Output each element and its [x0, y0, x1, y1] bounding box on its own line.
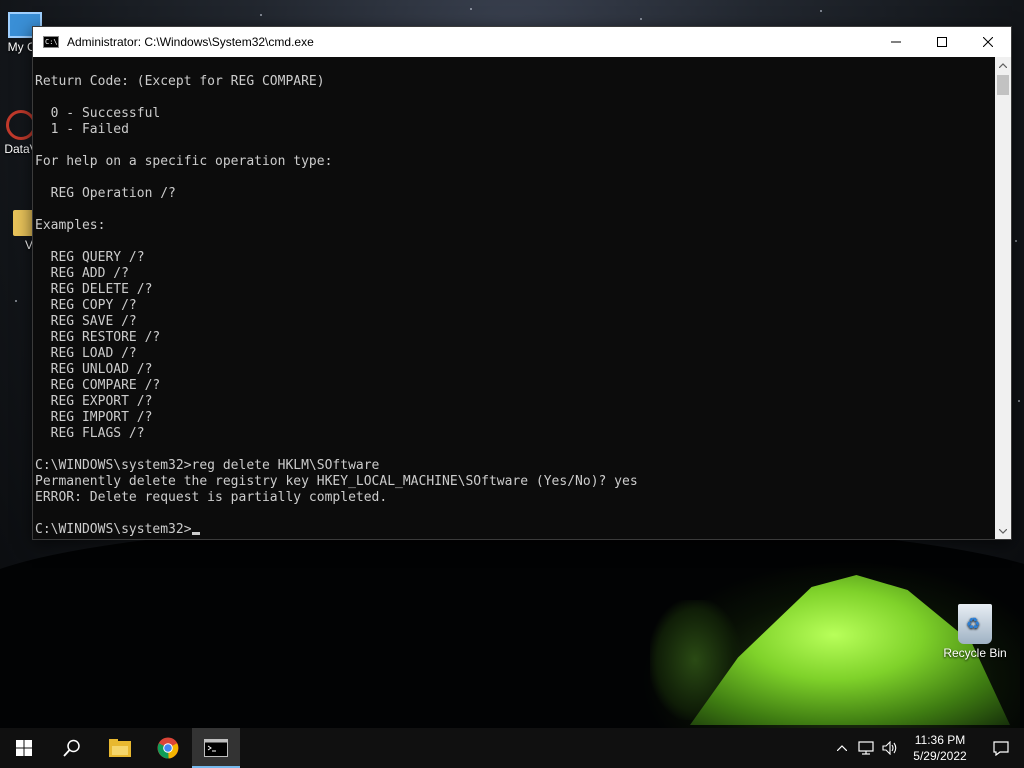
- console-line: 1 - Failed: [35, 122, 129, 137]
- notification-icon: [993, 740, 1009, 756]
- maximize-icon: [937, 37, 947, 47]
- star: [1015, 240, 1017, 242]
- console-line: REG IMPORT /?: [35, 410, 153, 425]
- console-line: REG ADD /?: [35, 266, 129, 281]
- chrome-button[interactable]: [144, 728, 192, 768]
- chevron-down-icon: [999, 528, 1007, 534]
- console-line: REG COPY /?: [35, 298, 137, 313]
- taskbar: 11:36 PM 5/29/2022: [0, 728, 1024, 768]
- console-line: REG UNLOAD /?: [35, 362, 153, 377]
- search-button[interactable]: [48, 728, 96, 768]
- window-title: Administrator: C:\Windows\System32\cmd.e…: [67, 35, 314, 49]
- file-explorer-button[interactable]: [96, 728, 144, 768]
- cmd-window[interactable]: C:\ Administrator: C:\Windows\System32\c…: [32, 26, 1012, 540]
- cmd-icon[interactable]: C:\: [43, 36, 59, 48]
- recycle-bin-icon: [958, 604, 992, 644]
- volume-button[interactable]: [878, 728, 902, 768]
- network-icon: [858, 741, 874, 755]
- system-tray: 11:36 PM 5/29/2022: [830, 728, 1024, 768]
- star: [15, 300, 17, 302]
- console-line: REG DELETE /?: [35, 282, 153, 297]
- desktop-icon-label: Recycle Bin: [943, 646, 1007, 660]
- cmd-icon: [204, 739, 228, 757]
- console-line: REG FLAGS /?: [35, 426, 145, 441]
- action-center-button[interactable]: [978, 728, 1024, 768]
- window-controls: [873, 27, 1011, 57]
- vertical-scrollbar[interactable]: [995, 57, 1011, 539]
- console-line: Examples:: [35, 218, 106, 233]
- star: [820, 10, 822, 12]
- close-icon: [983, 37, 993, 47]
- star: [260, 14, 262, 16]
- console-line: REG COMPARE /?: [35, 378, 161, 393]
- scroll-down-button[interactable]: [995, 523, 1011, 539]
- network-button[interactable]: [854, 728, 878, 768]
- console-line: REG RESTORE /?: [35, 330, 161, 345]
- start-icon: [16, 740, 32, 756]
- minimize-button[interactable]: [873, 27, 919, 57]
- cmd-taskbar-button[interactable]: [192, 728, 240, 768]
- search-icon: [63, 739, 80, 757]
- minimize-icon: [891, 41, 901, 43]
- console-line: ERROR: Delete request is partially compl…: [35, 490, 388, 505]
- clock-date: 5/29/2022: [913, 749, 967, 763]
- console-line: REG Operation /?: [35, 186, 176, 201]
- console-line: 0 - Successful: [35, 106, 161, 121]
- clock[interactable]: 11:36 PM 5/29/2022: [902, 732, 978, 764]
- console-line: For help on a specific operation type:: [35, 154, 333, 169]
- scrollbar-thumb[interactable]: [997, 75, 1009, 95]
- star: [640, 18, 642, 20]
- console-output[interactable]: Return Code: (Except for REG COMPARE) 0 …: [33, 57, 995, 539]
- file-explorer-icon: [109, 739, 131, 757]
- chevron-up-icon: [999, 62, 1007, 68]
- close-button[interactable]: [965, 27, 1011, 57]
- star: [1018, 400, 1020, 402]
- console-prompt-line[interactable]: C:\WINDOWS\system32>: [35, 522, 995, 538]
- desktop: My Co DataV V Recycle Bin C:\ Administra…: [0, 0, 1024, 768]
- desktop-icon-recycle-bin[interactable]: Recycle Bin: [940, 604, 1010, 660]
- console-line: C:\WINDOWS\system32>reg delete HKLM\SOft…: [35, 458, 380, 473]
- show-hidden-icons-button[interactable]: [830, 728, 854, 768]
- console-line: Return Code: (Except for REG COMPARE): [35, 74, 325, 89]
- start-button[interactable]: [0, 728, 48, 768]
- chrome-icon: [157, 737, 179, 759]
- console-line: Permanently delete the registry key HKEY…: [35, 474, 638, 489]
- console-line: REG LOAD /?: [35, 346, 137, 361]
- clock-time: 11:36 PM: [914, 733, 966, 747]
- volume-icon: [882, 741, 897, 755]
- text-cursor: [191, 532, 200, 535]
- title-bar[interactable]: C:\ Administrator: C:\Windows\System32\c…: [33, 27, 1011, 57]
- console-line: REG QUERY /?: [35, 250, 145, 265]
- scroll-up-button[interactable]: [995, 57, 1011, 73]
- chevron-up-icon: [837, 745, 847, 751]
- console-prompt: C:\WINDOWS\system32>: [35, 522, 192, 537]
- maximize-button[interactable]: [919, 27, 965, 57]
- console-line: REG EXPORT /?: [35, 394, 153, 409]
- star: [470, 8, 472, 10]
- console-line: REG SAVE /?: [35, 314, 137, 329]
